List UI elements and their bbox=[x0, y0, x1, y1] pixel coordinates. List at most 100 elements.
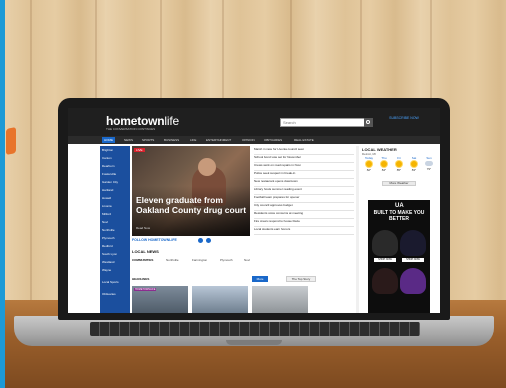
laptop-lid: hometownlife THE CONVERSATION CONTINUES … bbox=[58, 98, 450, 320]
nav-item-sports[interactable]: SPORTS bbox=[142, 138, 154, 142]
ad-product-image bbox=[400, 268, 426, 294]
search-placeholder: Search bbox=[283, 120, 296, 125]
laptop-keyboard bbox=[90, 322, 420, 336]
nav-item-opinion[interactable]: OPINION bbox=[242, 138, 255, 142]
weather-day: Thu 84° bbox=[377, 156, 391, 172]
communities-label: COMMUNITIES bbox=[132, 258, 154, 262]
community-sidebar: Brighton Canton Dearborn Fowlerville Gar… bbox=[100, 146, 130, 313]
nav-item-obituaries[interactable]: OBITUARIES bbox=[264, 138, 282, 142]
sidebar-item[interactable]: Local Sports bbox=[102, 281, 129, 284]
sidebar-item[interactable]: Novi bbox=[102, 221, 129, 224]
headline-item[interactable]: Crews work on road repairs in Novi bbox=[254, 164, 354, 171]
laptop-screen: hometownlife THE CONVERSATION CONTINUES … bbox=[68, 108, 440, 313]
ad-buy-button[interactable]: SHOP NOW bbox=[402, 258, 424, 262]
site-header: hometownlife THE CONVERSATION CONTINUES … bbox=[68, 108, 440, 136]
sidebar-item[interactable]: Brighton bbox=[102, 149, 129, 152]
headline-list: Marsh in race for Livonia council seat S… bbox=[252, 146, 356, 236]
orange-accent-shape bbox=[6, 126, 16, 156]
left-blue-stripe bbox=[0, 0, 5, 388]
sidebar-item[interactable]: Westland bbox=[102, 261, 129, 264]
headline-item[interactable]: Library hosts summer reading event bbox=[254, 188, 354, 195]
headline-item[interactable]: Local students earn honors bbox=[254, 228, 354, 235]
community-link[interactable]: Novi bbox=[244, 258, 250, 262]
twitter-icon[interactable] bbox=[206, 238, 211, 243]
nav-item-real-estate[interactable]: REAL ESTATE bbox=[294, 138, 314, 142]
sidebar-item[interactable]: Wayne bbox=[102, 269, 129, 272]
hero-meta[interactable]: Read Now bbox=[136, 226, 150, 230]
search-icon bbox=[366, 120, 370, 124]
weather-day-name: Today bbox=[364, 156, 373, 160]
community-link[interactable]: Plymouth bbox=[220, 258, 233, 262]
weather-day: Sun 79° bbox=[422, 156, 436, 171]
sidebar-item[interactable]: Milford bbox=[102, 213, 129, 216]
sun-icon bbox=[411, 161, 417, 167]
sidebar-item[interactable]: Fowlerville bbox=[102, 173, 129, 176]
ad-brand-logo: UA bbox=[395, 203, 404, 209]
sidebar-item[interactable]: South Lyon bbox=[102, 253, 129, 256]
advertisement[interactable]: UA BUILT TO MAKE YOU BETTER SHOP NOW SHO… bbox=[368, 200, 430, 313]
nav-item-entertainment[interactable]: ENTERTAINMENT bbox=[206, 138, 231, 142]
weather-widget: LOCAL WEATHER Detroit, MI Today 82° Thu … bbox=[360, 146, 438, 188]
follow-label: FOLLOW HOMETOWNLIFE bbox=[132, 238, 177, 242]
search-button[interactable] bbox=[364, 118, 373, 127]
ad-buy-button[interactable]: SHOP NOW bbox=[374, 258, 396, 262]
headline-item[interactable]: Football team prepares for opener bbox=[254, 196, 354, 203]
nav-item-news[interactable]: NEWS bbox=[124, 138, 133, 142]
sun-icon bbox=[396, 161, 402, 167]
story-thumbnail[interactable] bbox=[192, 286, 248, 313]
content-divider bbox=[356, 146, 359, 313]
nav-item-business[interactable]: BUSINESS bbox=[164, 138, 179, 142]
nav-item-life[interactable]: LIFE bbox=[190, 138, 196, 142]
weather-day: Today 82° bbox=[362, 156, 376, 172]
sidebar-item[interactable]: Livonia bbox=[102, 205, 129, 208]
ad-product-image bbox=[400, 230, 426, 256]
headline-item[interactable]: Fire crews respond to house blaze bbox=[254, 220, 354, 227]
headline-item[interactable]: City council approves budget bbox=[254, 204, 354, 211]
top-story-button[interactable]: The Top Story bbox=[286, 276, 316, 282]
community-link[interactable]: Farmington bbox=[192, 258, 207, 262]
wall-plank-line bbox=[30, 0, 32, 315]
hero-headline[interactable]: Eleven graduate from Oakland County drug… bbox=[136, 195, 248, 215]
weather-day-temp: 82° bbox=[366, 168, 372, 172]
sidebar-item[interactable]: Redford bbox=[102, 245, 129, 248]
headline-item[interactable]: New restaurant opens downtown bbox=[254, 180, 354, 187]
ad-headline: BUILT TO MAKE YOU BETTER bbox=[373, 210, 425, 222]
hero-story[interactable]: LIVE Eleven graduate from Oakland County… bbox=[132, 146, 250, 236]
facebook-icon[interactable] bbox=[198, 238, 203, 243]
community-link[interactable]: Northville bbox=[166, 258, 179, 262]
thumbnail-badge: HOMETOWNLIFE bbox=[134, 288, 157, 291]
story-thumbnail[interactable]: HOMETOWNLIFE bbox=[132, 286, 188, 313]
weather-day-temp: 84° bbox=[381, 168, 387, 172]
sidebar-item[interactable]: Northville bbox=[102, 229, 129, 232]
site-logo[interactable]: hometownlife bbox=[106, 114, 179, 128]
headline-item[interactable]: Residents voice concerns at meeting bbox=[254, 212, 354, 219]
headline-item[interactable]: Police seek suspect in break-in bbox=[254, 172, 354, 179]
sidebar-item[interactable]: Garden City bbox=[102, 181, 129, 184]
weather-day-temp: 83° bbox=[411, 168, 417, 172]
more-button[interactable]: More bbox=[252, 276, 268, 282]
sun-icon bbox=[381, 161, 387, 167]
ad-product-image bbox=[372, 230, 398, 256]
sidebar-item[interactable]: Plymouth bbox=[102, 237, 129, 240]
weather-day-name: Fri bbox=[397, 156, 401, 160]
nav-item-home[interactable]: HOME bbox=[102, 137, 115, 143]
main-nav: HOME NEWS SPORTS BUSINESS LIFE ENTERTAIN… bbox=[68, 136, 440, 144]
subscribe-link[interactable]: SUBSCRIBE NOW bbox=[386, 116, 422, 120]
more-weather-button[interactable]: More Weather bbox=[382, 181, 416, 186]
hero-photo-face bbox=[198, 158, 216, 176]
headlines-label: HEADLINES bbox=[132, 277, 150, 281]
sidebar-item[interactable]: Obituaries bbox=[102, 293, 129, 296]
headline-item[interactable]: Marsh in race for Livonia council seat bbox=[254, 148, 354, 155]
headline-item[interactable]: School bond vote set for November bbox=[254, 156, 354, 163]
laptop-notch bbox=[226, 340, 282, 345]
sidebar-item[interactable]: Canton bbox=[102, 157, 129, 160]
sidebar-item[interactable]: Howell bbox=[102, 197, 129, 200]
weather-day: Fri 85° bbox=[392, 156, 406, 172]
cloud-icon bbox=[425, 161, 433, 166]
story-thumbnail[interactable] bbox=[252, 286, 308, 313]
search-input[interactable]: Search bbox=[280, 118, 372, 127]
sidebar-item[interactable]: Hartland bbox=[102, 189, 129, 192]
sidebar-item[interactable]: Dearborn bbox=[102, 165, 129, 168]
site-tagline: THE CONVERSATION CONTINUES bbox=[106, 127, 156, 131]
weather-day-name: Sat bbox=[411, 156, 417, 160]
